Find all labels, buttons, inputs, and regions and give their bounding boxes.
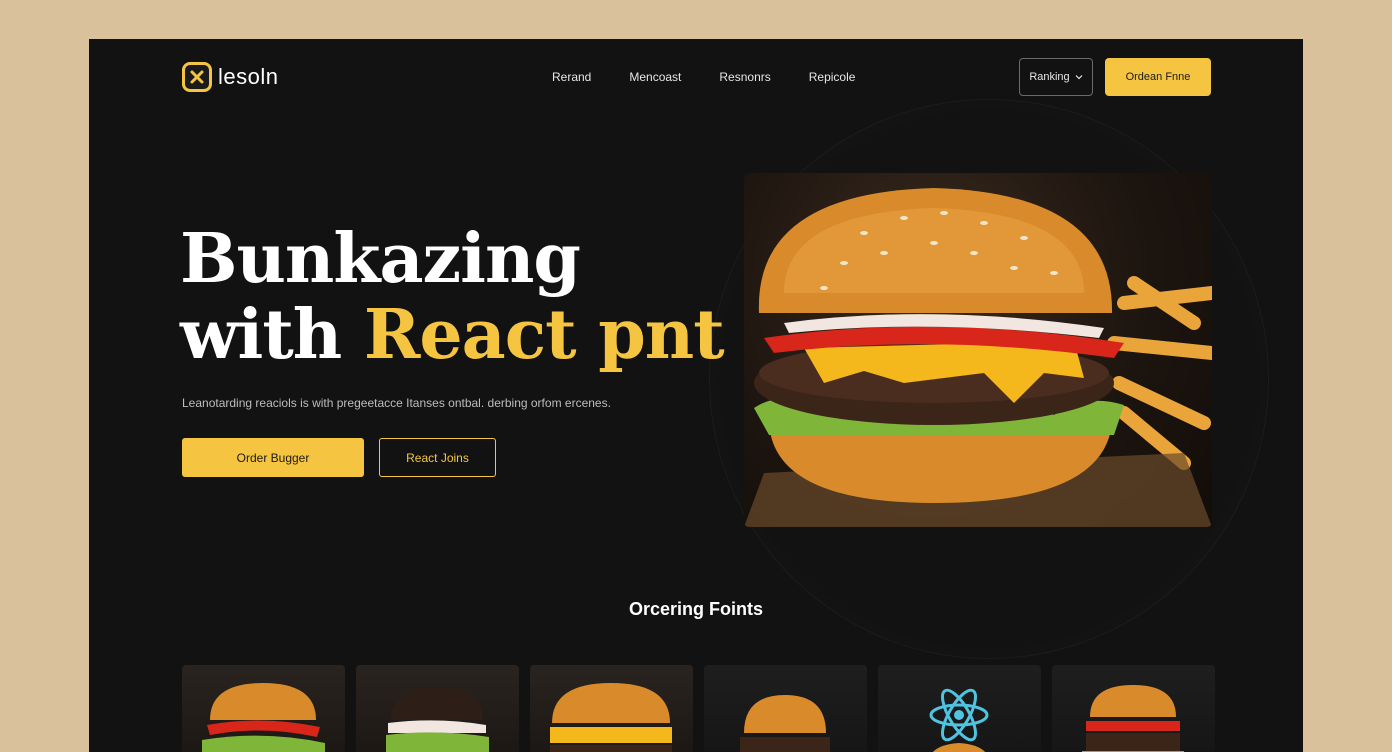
main-nav: Rerand Mencoast Resnonrs Repicole	[552, 70, 893, 84]
app-window: lesoln Rerand Mencoast Resnonrs Repicole…	[89, 39, 1303, 752]
order-burger-button[interactable]: Order Bugger	[182, 438, 364, 477]
order-now-button[interactable]: Ordean Fnne	[1105, 58, 1211, 96]
nav-item-resnonrs[interactable]: Resnonrs	[719, 70, 770, 84]
nav-item-rerand[interactable]: Rerand	[552, 70, 591, 84]
hero-title-accent: React pnt	[363, 295, 725, 375]
burger-card-3[interactable]	[530, 665, 693, 752]
burger-illustration	[744, 188, 1212, 527]
burger-card-1[interactable]	[182, 665, 345, 752]
logo[interactable]: lesoln	[182, 62, 278, 92]
chevron-down-icon	[1075, 75, 1083, 80]
react-atom-icon	[929, 688, 989, 752]
nav-item-repicole[interactable]: Repicole	[809, 70, 856, 84]
burger-card-6[interactable]	[1052, 665, 1215, 752]
burger-card-2[interactable]	[356, 665, 519, 752]
nav-item-mencoast[interactable]: Mencoast	[629, 70, 681, 84]
hero-title-line2: with	[180, 295, 364, 375]
react-joins-button[interactable]: React Joins	[379, 438, 496, 477]
burger-card-4[interactable]	[704, 665, 867, 752]
logo-text: lesoln	[218, 64, 279, 89]
hero-title: Bunkazing with React pnt	[180, 219, 725, 375]
hero-burger-image	[744, 173, 1212, 527]
ranking-select[interactable]: Ranking	[1019, 58, 1093, 96]
burger-cards	[182, 665, 1215, 752]
x-icon	[182, 62, 212, 92]
ranking-select-label: Ranking	[1029, 71, 1070, 83]
hero-title-line1: Bunkazing	[180, 219, 581, 299]
react-atom-card[interactable]	[878, 665, 1041, 752]
hero-subtitle: Leanotarding reaciols is with pregeetacc…	[182, 396, 611, 410]
section-title: Orcering Foints	[628, 599, 763, 619]
